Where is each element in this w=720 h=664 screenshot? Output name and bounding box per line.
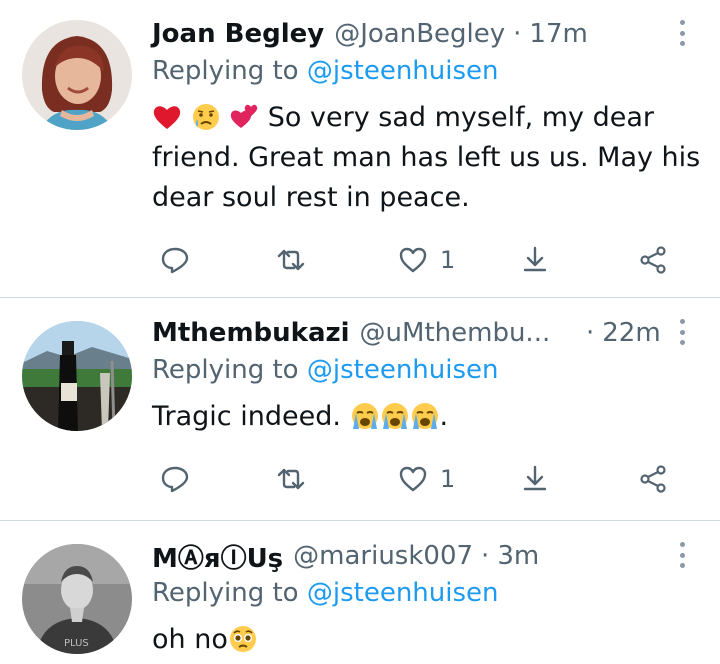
share-icon <box>640 465 666 493</box>
avatar[interactable] <box>22 20 132 130</box>
tweet-actions: 1 <box>152 459 692 499</box>
download-icon <box>523 465 547 491</box>
retweet-icon <box>277 468 305 490</box>
loudly-crying-face-emoji <box>350 401 380 431</box>
download-button[interactable] <box>520 240 550 280</box>
replying-to-label: Replying to <box>152 56 299 86</box>
mention-link[interactable]: @jsteenhuisen <box>307 355 499 385</box>
tweet-header: Joan Begley @JoanBegley · 17m <box>152 14 588 54</box>
tweet-text-content: Tragic indeed. <box>152 401 341 432</box>
tweet-text-content: oh no <box>152 624 228 655</box>
like-button[interactable]: 1 <box>398 240 455 280</box>
loudly-crying-face-emoji <box>410 401 440 431</box>
display-name[interactable]: MⒶяⒾUş <box>152 538 283 575</box>
tweet-text: oh no <box>152 620 702 660</box>
reply-icon <box>161 247 189 274</box>
share-icon <box>640 246 666 274</box>
more-vertical-icon[interactable] <box>672 16 692 50</box>
like-count: 1 <box>440 465 456 493</box>
replying-to-label: Replying to <box>152 578 299 608</box>
retweet-button[interactable] <box>276 240 306 280</box>
separator: · <box>513 19 522 49</box>
sad-relieved-face-emoji <box>191 102 221 132</box>
tweet[interactable]: PLUS MⒶяⒾUş @mariusk007 · 3m Replying to… <box>0 522 720 664</box>
replying-to-label: Replying to <box>152 355 299 385</box>
mention-link[interactable]: @jsteenhuisen <box>307 56 499 86</box>
timestamp[interactable]: 22m <box>602 318 660 348</box>
reply-icon <box>161 466 189 493</box>
share-button[interactable] <box>638 240 668 280</box>
replying-to: Replying to @jsteenhuisen <box>152 56 499 86</box>
reply-button[interactable] <box>160 459 190 499</box>
retweet-icon <box>277 249 305 271</box>
tweet[interactable]: Joan Begley @JoanBegley · 17m Replying t… <box>0 0 720 298</box>
heart-icon <box>399 247 427 273</box>
mention-link[interactable]: @jsteenhuisen <box>307 578 499 608</box>
svg-text:PLUS: PLUS <box>64 638 89 649</box>
retweet-button[interactable] <box>276 459 306 499</box>
download-icon <box>523 246 547 272</box>
pleading-face-emoji <box>228 624 258 654</box>
timestamp[interactable]: 3m <box>497 541 539 571</box>
like-count: 1 <box>440 246 456 274</box>
tweet-text: So very sad myself, my dear friend. Grea… <box>152 98 702 218</box>
tweet-text: Tragic indeed. . <box>152 397 702 437</box>
username[interactable]: @JoanBegley <box>334 19 505 49</box>
like-button[interactable]: 1 <box>398 459 455 499</box>
tweet-header: Mthembukazi @uMthembu... <box>152 313 550 353</box>
tweet-text-suffix: . <box>439 401 449 432</box>
tweet-actions: 1 <box>152 240 692 280</box>
separator: · <box>586 318 595 348</box>
username[interactable]: @uMthembu... <box>360 318 551 348</box>
tweet[interactable]: Mthembukazi @uMthembu... · 22m Replying … <box>0 299 720 521</box>
download-button[interactable] <box>520 459 550 499</box>
timestamp[interactable]: 17m <box>529 19 587 49</box>
timestamp-group: · 22m <box>578 313 661 353</box>
reply-button[interactable] <box>160 240 190 280</box>
avatar[interactable]: PLUS <box>22 544 132 654</box>
two-hearts-emoji <box>229 102 259 132</box>
loudly-crying-face-emoji <box>380 401 410 431</box>
replying-to: Replying to @jsteenhuisen <box>152 355 499 385</box>
more-vertical-icon[interactable] <box>672 315 692 349</box>
display-name[interactable]: Joan Begley <box>152 19 324 49</box>
display-name[interactable]: Mthembukazi <box>152 318 350 348</box>
heart-icon <box>399 466 427 492</box>
separator: · <box>481 541 490 571</box>
avatar[interactable] <box>22 321 132 431</box>
reply-feed: Joan Begley @JoanBegley · 17m Replying t… <box>0 0 720 664</box>
tweet-header: MⒶяⒾUş @mariusk007 · 3m <box>152 536 539 576</box>
share-button[interactable] <box>638 459 668 499</box>
replying-to: Replying to @jsteenhuisen <box>152 578 499 608</box>
red-heart-emoji <box>152 102 182 132</box>
username[interactable]: @mariusk007 <box>293 541 473 571</box>
more-vertical-icon[interactable] <box>672 538 692 572</box>
